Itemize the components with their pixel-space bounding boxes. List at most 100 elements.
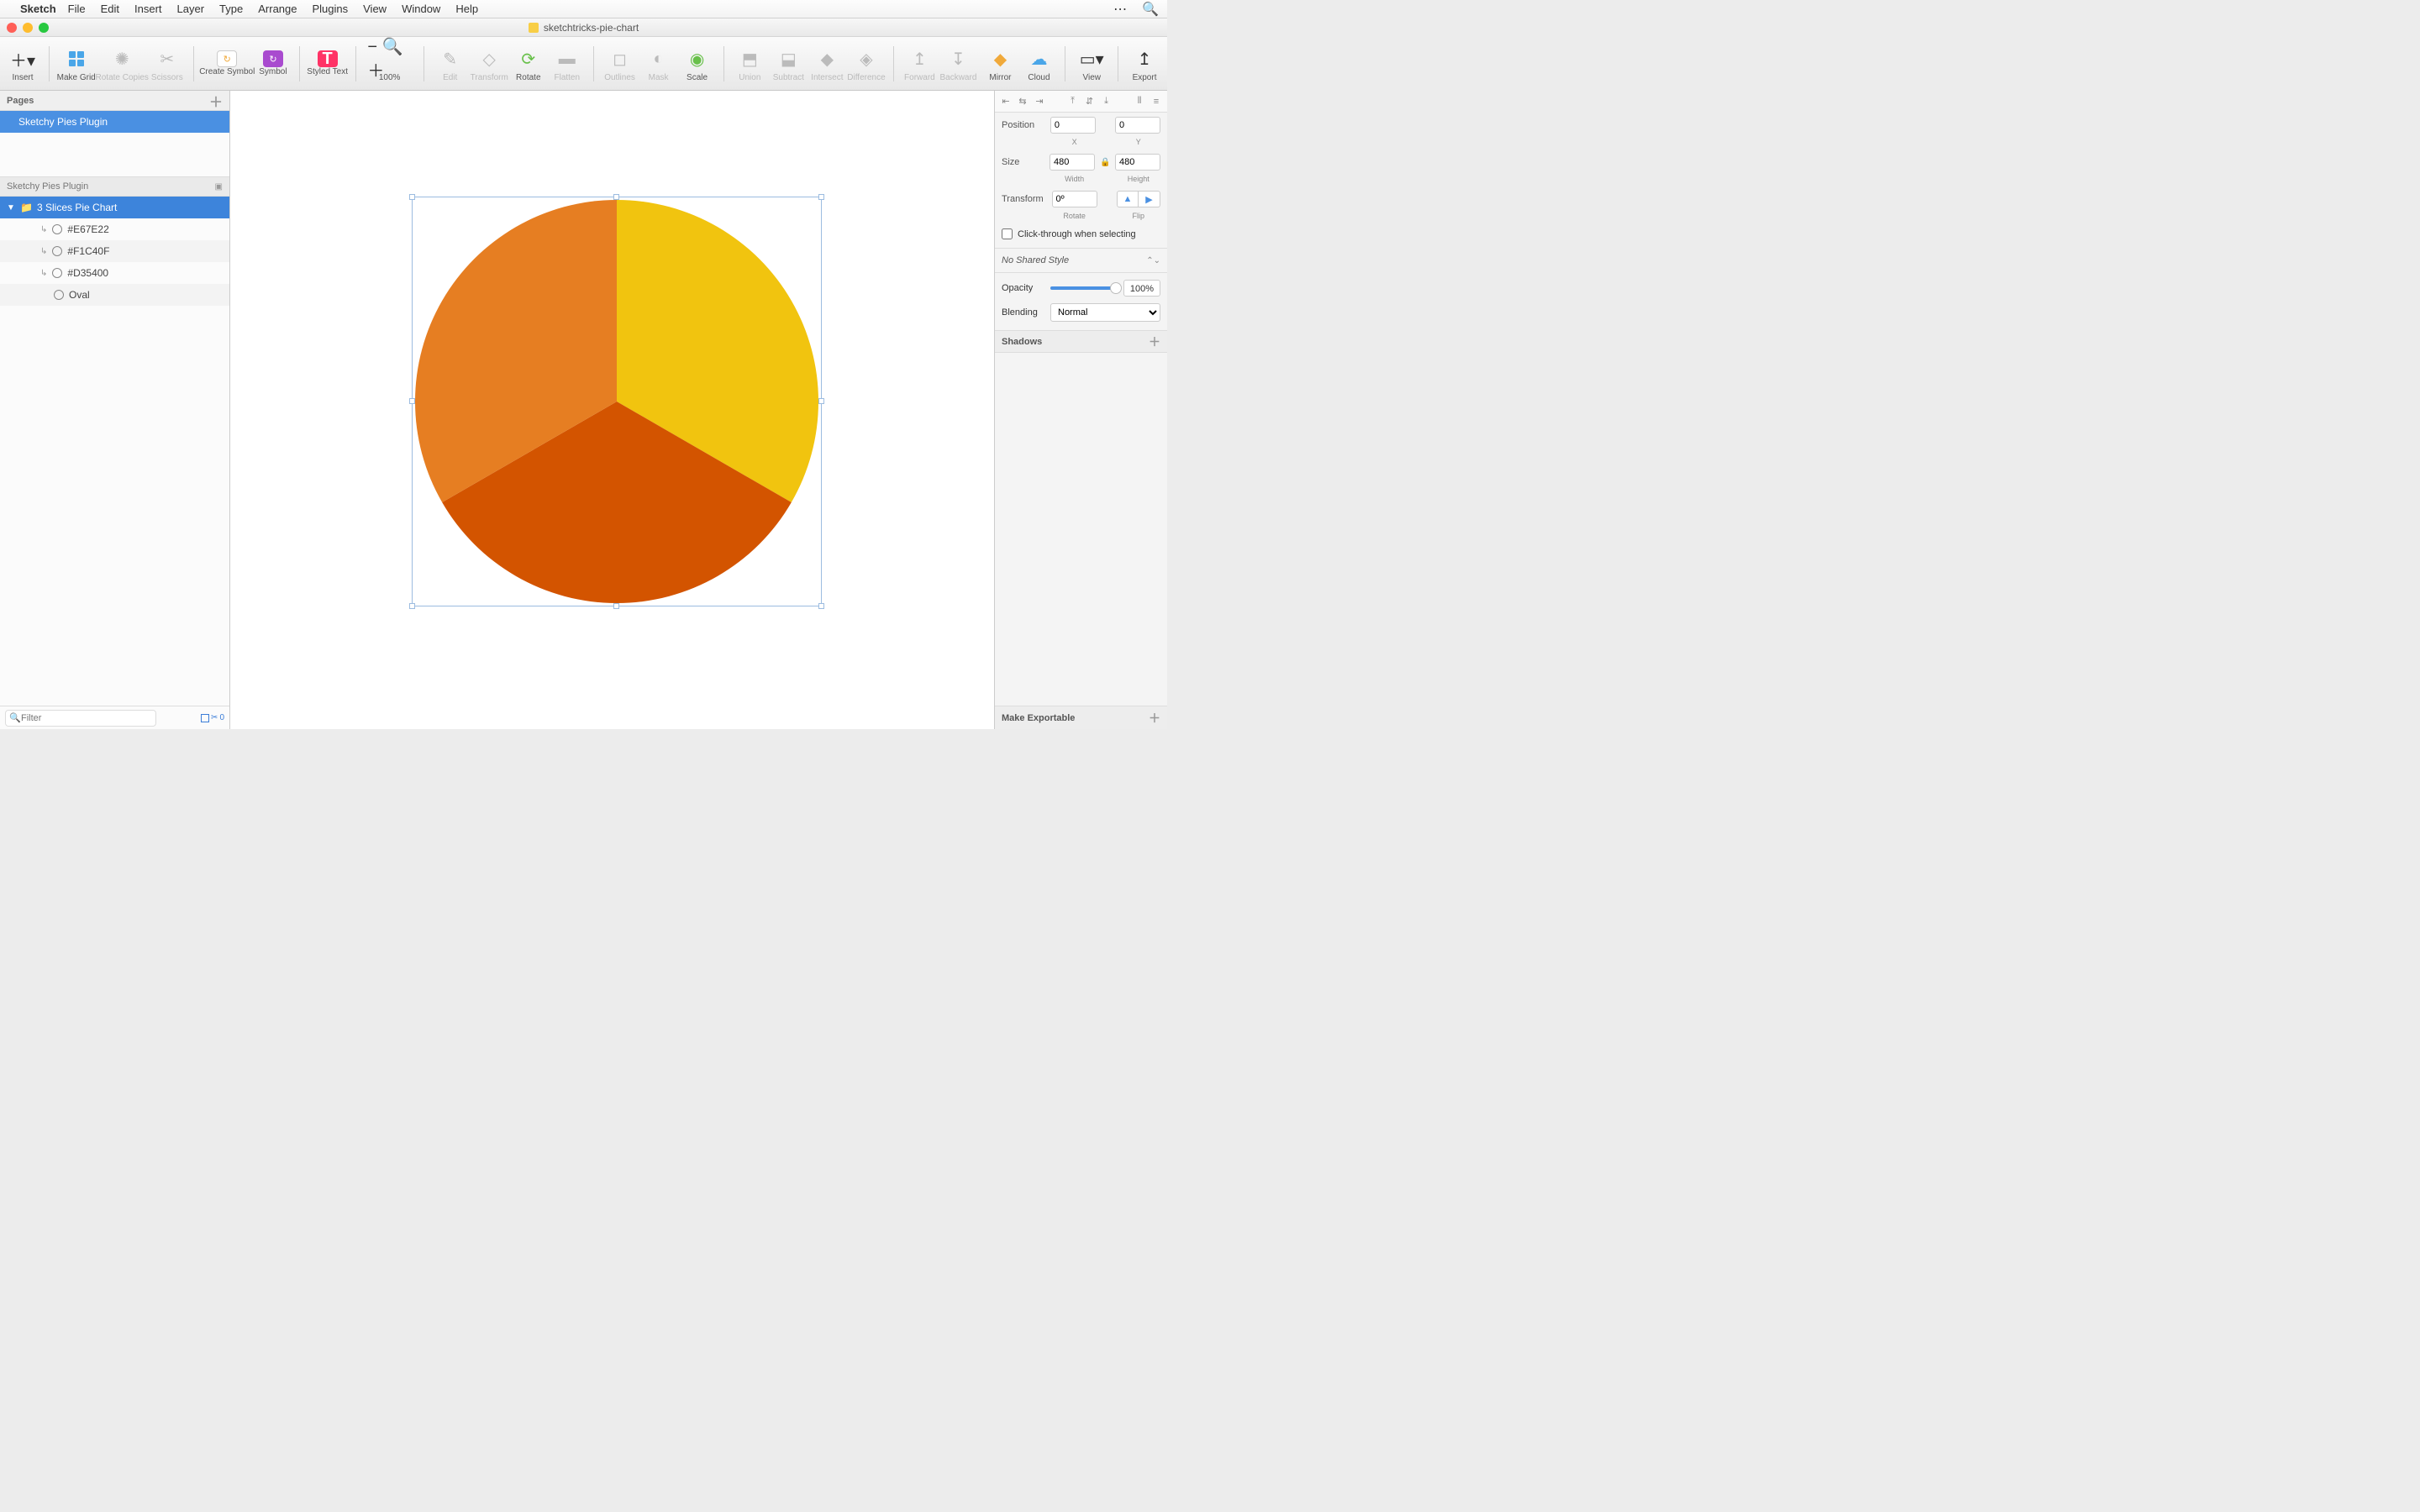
export-button[interactable]: ↥Export <box>1127 43 1162 84</box>
add-page-button[interactable]: ＋ <box>209 91 223 111</box>
canvas[interactable] <box>230 91 994 729</box>
spotlight-icon[interactable]: 🔍 <box>1142 1 1159 18</box>
pie-chart[interactable] <box>415 200 818 603</box>
distribute-h-icon[interactable]: ⫴ <box>1132 94 1147 109</box>
app-menu[interactable]: Sketch <box>20 3 56 15</box>
menu-help[interactable]: Help <box>455 3 478 15</box>
resize-handle[interactable] <box>818 398 824 404</box>
insert-button[interactable]: ＋▾Insert <box>5 43 40 84</box>
clickthrough-label: Click-through when selecting <box>1018 229 1136 239</box>
opacity-slider[interactable] <box>1050 286 1117 290</box>
resize-handle[interactable] <box>613 603 619 609</box>
transform-label: Transform <box>1002 194 1047 204</box>
align-row: ⇤ ⇆ ⇥ ⤒ ⇵ ⤓ ⫴ ≡ <box>995 91 1167 113</box>
shadows-section[interactable]: Shadows＋ <box>995 331 1167 353</box>
overflow-icon[interactable]: ⋯ <box>1113 1 1127 18</box>
add-export-button[interactable]: ＋ <box>1149 710 1160 727</box>
width-input[interactable] <box>1050 154 1095 171</box>
collapse-icon[interactable]: ▣ <box>215 182 223 192</box>
minimize-button[interactable] <box>23 23 33 33</box>
backward-button[interactable]: ↧Backward <box>940 43 976 84</box>
difference-button[interactable]: ◈Difference <box>848 43 884 84</box>
rotate-copies-button[interactable]: ✺Rotate Copies <box>98 43 146 84</box>
layer-item[interactable]: ↳#F1C40F <box>0 240 229 262</box>
layer-item[interactable]: ↳#E67E22 <box>0 218 229 240</box>
page-item[interactable]: Sketchy Pies Plugin <box>0 111 229 133</box>
symbol-button[interactable]: ↻Symbol <box>255 49 291 78</box>
lock-aspect-icon[interactable]: 🔒 <box>1100 158 1110 167</box>
outlines-button[interactable]: ◻Outlines <box>602 43 638 84</box>
styled-text-button[interactable]: TStyled Text <box>308 49 347 78</box>
resize-handle[interactable] <box>818 603 824 609</box>
menu-arrange[interactable]: Arrange <box>258 3 297 15</box>
clickthrough-checkbox[interactable] <box>1002 228 1013 239</box>
menu-edit[interactable]: Edit <box>101 3 119 15</box>
shared-style-dropdown[interactable]: No Shared Style⌃⌄ <box>995 249 1167 273</box>
height-input[interactable] <box>1115 154 1160 171</box>
menu-view[interactable]: View <box>363 3 387 15</box>
rotate-input[interactable] <box>1052 191 1097 207</box>
forward-button[interactable]: ↥Forward <box>902 43 937 84</box>
makegrid-button[interactable]: Make Grid <box>58 43 95 84</box>
align-vcenter-icon[interactable]: ⇵ <box>1082 94 1097 109</box>
menu-layer[interactable]: Layer <box>177 3 205 15</box>
align-hcenter-icon[interactable]: ⇆ <box>1015 94 1030 109</box>
view-button[interactable]: ▭▾View <box>1074 43 1109 84</box>
position-x-input[interactable] <box>1050 117 1096 134</box>
artboard-header[interactable]: Sketchy Pies Plugin ▣ <box>0 176 229 197</box>
intersect-button[interactable]: ◆Intersect <box>809 43 844 84</box>
opacity-value[interactable]: 100% <box>1123 280 1160 297</box>
align-right-icon[interactable]: ⇥ <box>1032 94 1047 109</box>
create-symbol-button[interactable]: ↻Create Symbol <box>203 49 252 78</box>
document-icon <box>529 23 539 33</box>
position-label: Position <box>1002 120 1045 130</box>
distribute-v-icon[interactable]: ≡ <box>1149 94 1164 109</box>
edit-button[interactable]: ✎Edit <box>433 43 468 84</box>
menu-window[interactable]: Window <box>402 3 440 15</box>
resize-handle[interactable] <box>613 194 619 200</box>
flip-vertical-button[interactable]: ▶ <box>1139 191 1160 207</box>
layer-group-name: 3 Slices Pie Chart <box>37 202 117 213</box>
resize-handle[interactable] <box>409 603 415 609</box>
left-sidebar: Pages ＋ Sketchy Pies Plugin Sketchy Pies… <box>0 91 230 729</box>
menu-file[interactable]: File <box>68 3 86 15</box>
layer-item[interactable]: ↳#D35400 <box>0 262 229 284</box>
traffic-lights <box>7 23 49 33</box>
menu-insert[interactable]: Insert <box>134 3 162 15</box>
align-top-icon[interactable]: ⤒ <box>1065 94 1081 109</box>
scale-button[interactable]: ◉Scale <box>680 43 715 84</box>
mirror-button[interactable]: ◆Mirror <box>982 43 1018 84</box>
mac-menubar: Sketch File Edit Insert Layer Type Arran… <box>0 0 1167 18</box>
window-title: sketchtricks-pie-chart <box>544 22 639 34</box>
transform-button[interactable]: ◇Transform <box>471 43 508 84</box>
union-button[interactable]: ⬒Union <box>732 43 767 84</box>
resize-handle[interactable] <box>409 398 415 404</box>
inspector: ⇤ ⇆ ⇥ ⤒ ⇵ ⤓ ⫴ ≡ Position XY Size 🔒 Width… <box>994 91 1167 729</box>
flip-horizontal-button[interactable]: ▲ <box>1117 191 1139 207</box>
zoom-button[interactable] <box>39 23 49 33</box>
cloud-button[interactable]: ☁︎Cloud <box>1021 43 1056 84</box>
layer-group[interactable]: ▼📁 3 Slices Pie Chart <box>0 197 229 218</box>
align-left-icon[interactable]: ⇤ <box>998 94 1013 109</box>
align-bottom-icon[interactable]: ⤓ <box>1099 94 1114 109</box>
mask-button[interactable]: ◐Mask <box>641 43 676 84</box>
menu-plugins[interactable]: Plugins <box>312 3 348 15</box>
slice-toggle[interactable]: ✂︎ 0 <box>201 713 224 722</box>
flatten-button[interactable]: ▬Flatten <box>550 43 585 84</box>
close-button[interactable] <box>7 23 17 33</box>
add-shadow-button[interactable]: ＋ <box>1149 333 1160 350</box>
rotate-button[interactable]: ⟳Rotate <box>511 43 546 84</box>
subtract-button[interactable]: ⬓Subtract <box>771 43 806 84</box>
filter-input[interactable] <box>5 710 156 727</box>
window-titlebar: sketchtricks-pie-chart <box>0 18 1167 37</box>
scissors-button[interactable]: ✂︎Scissors <box>150 43 185 84</box>
position-y-input[interactable] <box>1115 117 1160 134</box>
zoom-level[interactable]: − 🔍 ＋100% <box>364 43 415 84</box>
layer-item[interactable]: Oval <box>0 284 229 306</box>
resize-handle[interactable] <box>409 194 415 200</box>
blending-select[interactable]: Normal <box>1050 303 1160 322</box>
toolbar: ＋▾Insert Make Grid ✺Rotate Copies ✂︎Scis… <box>0 37 1167 91</box>
resize-handle[interactable] <box>818 194 824 200</box>
make-exportable-section[interactable]: Make Exportable＋ <box>995 706 1167 729</box>
menu-type[interactable]: Type <box>219 3 243 15</box>
